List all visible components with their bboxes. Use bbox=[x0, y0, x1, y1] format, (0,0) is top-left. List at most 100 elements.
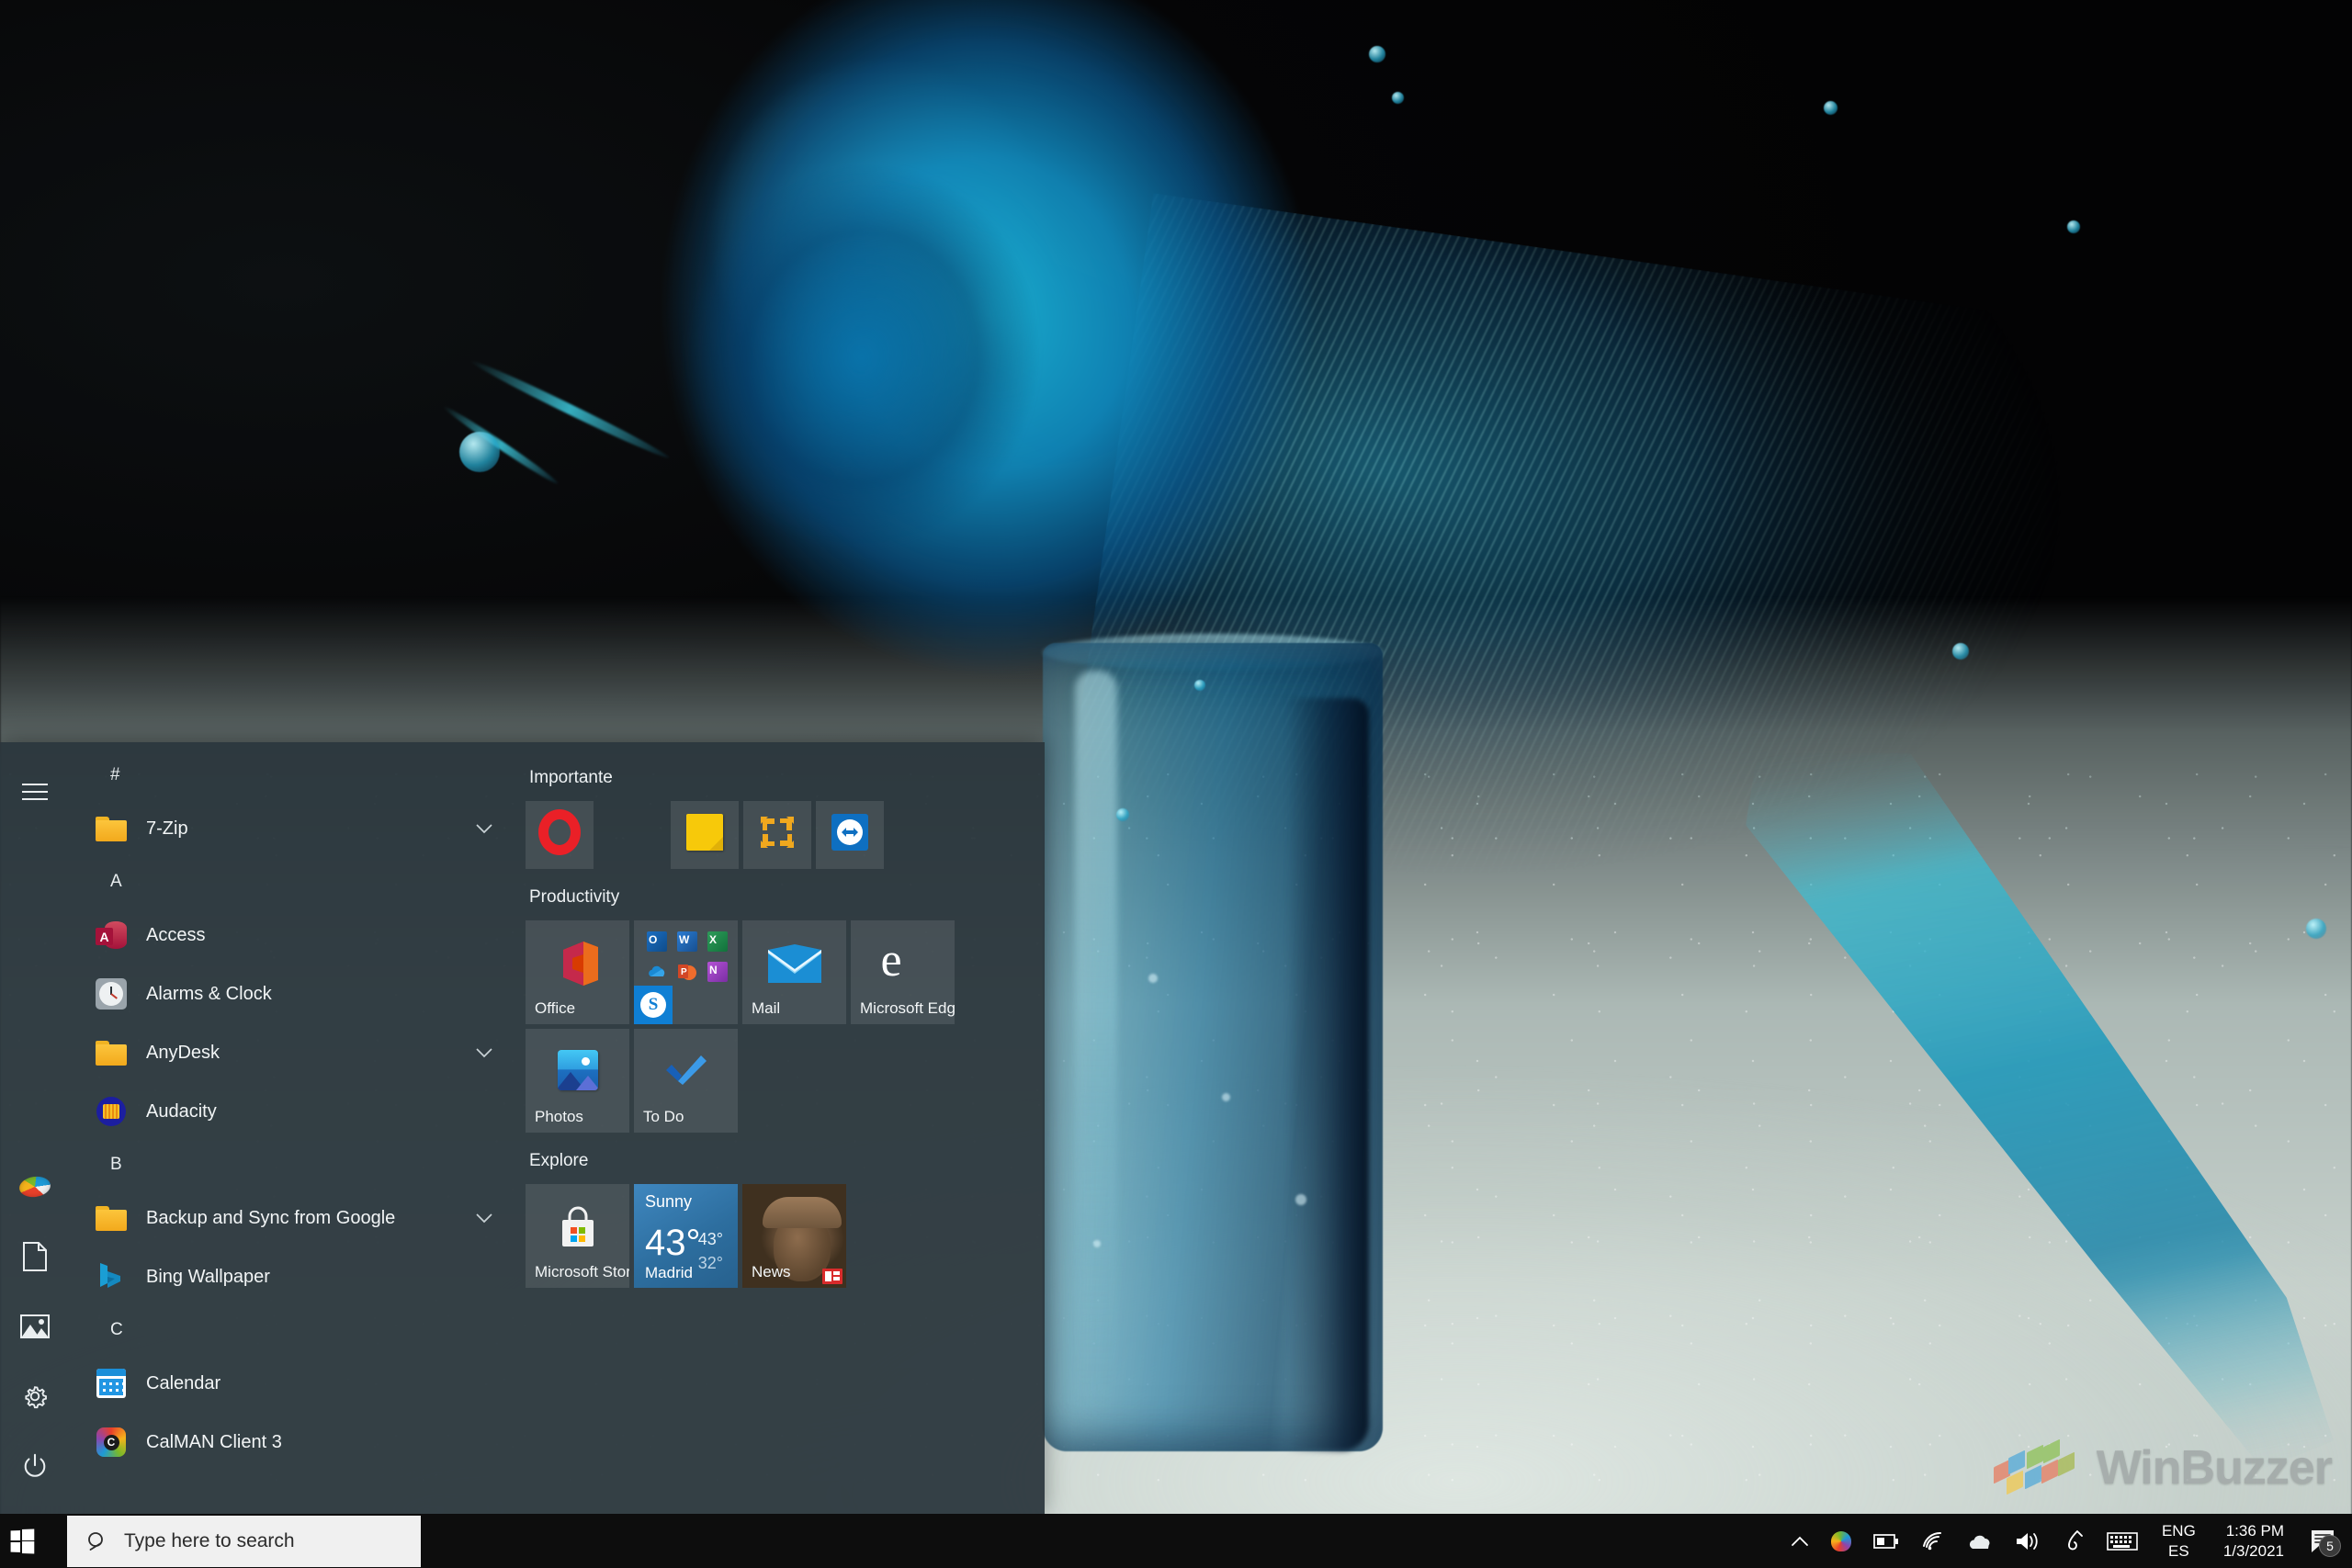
tile-news[interactable]: News bbox=[742, 1184, 846, 1288]
chevron-down-icon[interactable] bbox=[472, 1213, 496, 1224]
tile-label: To Do bbox=[643, 1108, 684, 1125]
search-icon bbox=[87, 1531, 107, 1551]
app-list-item-bing-wallpaper[interactable]: Bing Wallpaper bbox=[70, 1247, 509, 1306]
wallpaper-water-droplet bbox=[1824, 101, 1838, 115]
wallpaper-water-droplet bbox=[459, 432, 500, 472]
rail-power-button[interactable] bbox=[0, 1431, 70, 1501]
rail-account-button[interactable] bbox=[0, 1152, 70, 1222]
tray-overflow-button[interactable] bbox=[1780, 1514, 1820, 1568]
language-line-2: ES bbox=[2168, 1541, 2189, 1560]
wallpaper-water-droplet bbox=[2067, 220, 2080, 233]
app-list-item-label: Backup and Sync from Google bbox=[146, 1207, 396, 1228]
wallpaper-water-droplet bbox=[1952, 643, 1969, 660]
user-avatar-icon bbox=[17, 1174, 52, 1200]
todo-icon bbox=[664, 1052, 708, 1089]
tray-language-button[interactable]: ENG ES bbox=[2149, 1514, 2209, 1568]
tray-pen-button[interactable] bbox=[2052, 1514, 2096, 1568]
photos-icon bbox=[557, 1050, 598, 1091]
start-menu: # 7-Zip A A Access Alarms & Clock AnyDes… bbox=[0, 742, 1045, 1514]
tray-network-button[interactable] bbox=[1910, 1514, 1956, 1568]
teamviewer-icon bbox=[831, 814, 868, 852]
tray-volume-button[interactable] bbox=[2004, 1514, 2052, 1568]
app-list-item-access[interactable]: A Access bbox=[70, 906, 509, 964]
chevron-down-icon[interactable] bbox=[472, 1047, 496, 1058]
tile-photos[interactable]: Photos bbox=[526, 1029, 629, 1133]
rail-hamburger-button[interactable] bbox=[0, 757, 70, 827]
app-list-item-label: Alarms & Clock bbox=[146, 983, 272, 1004]
start-menu-tiles: Importante Productivity Office O W X P N… bbox=[509, 742, 1045, 1514]
windows-logo-icon bbox=[10, 1529, 35, 1553]
app-list-item-7zip[interactable]: 7-Zip bbox=[70, 799, 509, 858]
app-list-item-audacity[interactable]: Audacity bbox=[70, 1082, 509, 1141]
news-photo-cap bbox=[763, 1197, 842, 1228]
rail-settings-button[interactable] bbox=[0, 1361, 70, 1431]
wallpaper-water-droplet bbox=[2306, 919, 2326, 939]
tile-office-suite-group[interactable]: O W X P N S bbox=[634, 920, 738, 1024]
app-list-item-anydesk[interactable]: AnyDesk bbox=[70, 1023, 509, 1082]
tray-keyboard-button[interactable] bbox=[2096, 1514, 2149, 1568]
tile-label: Mail bbox=[752, 999, 781, 1017]
powerpoint-icon: P bbox=[677, 962, 697, 982]
tile-weather[interactable]: Sunny 43° 43° 32° Madrid bbox=[634, 1184, 738, 1288]
sticky-notes-icon bbox=[686, 814, 723, 852]
app-list-item-backup-sync-google[interactable]: Backup and Sync from Google bbox=[70, 1189, 509, 1247]
pictures-icon bbox=[20, 1314, 50, 1338]
opera-icon bbox=[538, 809, 581, 856]
vmware-icon bbox=[758, 813, 797, 852]
rail-pictures-button[interactable] bbox=[0, 1292, 70, 1361]
tile-label: Microsoft Store bbox=[535, 1263, 629, 1280]
tray-calman-button[interactable] bbox=[1820, 1514, 1862, 1568]
news-app-badge-icon bbox=[822, 1269, 842, 1284]
power-icon bbox=[24, 1453, 46, 1477]
app-list-item-label: 7-Zip bbox=[146, 818, 188, 839]
excel-icon: X bbox=[707, 931, 728, 952]
tile-label: Office bbox=[535, 999, 576, 1017]
clock-date: 1/3/2021 bbox=[2222, 1541, 2284, 1560]
tile-microsoft-edge[interactable]: e Microsoft Edge bbox=[851, 920, 955, 1024]
rail-documents-button[interactable] bbox=[0, 1222, 70, 1292]
wallpaper-bubble bbox=[1148, 974, 1158, 983]
clock-time: 1:36 PM bbox=[2225, 1522, 2284, 1540]
calman-color-icon bbox=[1830, 1530, 1851, 1551]
skype-icon: S bbox=[634, 986, 673, 1024]
tray-battery-button[interactable] bbox=[1862, 1514, 1910, 1568]
wallpaper-water-droplet bbox=[1194, 680, 1205, 691]
app-list-letter-header: # bbox=[110, 765, 120, 784]
tile-mail[interactable]: Mail bbox=[742, 920, 846, 1024]
folder-icon bbox=[93, 1040, 130, 1066]
tile-microsoft-store[interactable]: Microsoft Store bbox=[526, 1184, 629, 1288]
tile-to-do[interactable]: To Do bbox=[634, 1029, 738, 1133]
wallpaper-glass-highlight bbox=[1075, 671, 1117, 1387]
alarms-clock-icon bbox=[93, 978, 130, 1010]
search-input[interactable]: Type here to search bbox=[67, 1515, 421, 1567]
tray-clock[interactable]: 1:36 PM 1/3/2021 bbox=[2209, 1514, 2299, 1568]
pen-icon bbox=[2068, 1529, 2083, 1550]
app-list-item-calendar[interactable]: Calendar bbox=[70, 1354, 509, 1413]
tray-onedrive-button[interactable] bbox=[1956, 1514, 2004, 1568]
weather-temperature: 43° bbox=[645, 1223, 701, 1263]
tile-sticky-notes[interactable] bbox=[671, 801, 739, 869]
action-center-button[interactable]: 5 bbox=[2299, 1514, 2352, 1568]
system-tray: ENG ES 1:36 PM 1/3/2021 5 bbox=[1780, 1514, 2352, 1568]
start-menu-left-rail bbox=[0, 742, 70, 1514]
app-list[interactable]: # 7-Zip A A Access Alarms & Clock AnyDes… bbox=[70, 742, 509, 1514]
tile-vmware[interactable] bbox=[743, 801, 811, 869]
app-list-letter-header: A bbox=[110, 872, 122, 891]
tile-grid-explore: Microsoft Store Sunny 43° 43° 32° Madrid… bbox=[526, 1184, 1033, 1288]
calman-icon: C bbox=[93, 1427, 130, 1457]
app-list-item-alarms-clock[interactable]: Alarms & Clock bbox=[70, 964, 509, 1023]
access-icon: A bbox=[93, 919, 130, 951]
wallpaper-water-droplet bbox=[1116, 808, 1129, 821]
start-button[interactable] bbox=[0, 1514, 44, 1568]
app-list-item-label: Bing Wallpaper bbox=[146, 1266, 270, 1287]
tile-office[interactable]: Office bbox=[526, 920, 629, 1024]
tile-teamviewer[interactable] bbox=[816, 801, 884, 869]
tile-opera[interactable] bbox=[526, 801, 594, 869]
app-list-item-label: Calendar bbox=[146, 1372, 221, 1393]
tile-label: Photos bbox=[535, 1108, 583, 1125]
app-list-item-calman-client-3[interactable]: C CalMAN Client 3 bbox=[70, 1413, 509, 1472]
microsoft-edge-icon: e bbox=[880, 934, 902, 987]
taskbar: Type here to search ENG ES 1:36 PM 1/3/2… bbox=[0, 1514, 2352, 1568]
chevron-down-icon[interactable] bbox=[472, 823, 496, 834]
wifi-icon bbox=[1922, 1531, 1941, 1550]
